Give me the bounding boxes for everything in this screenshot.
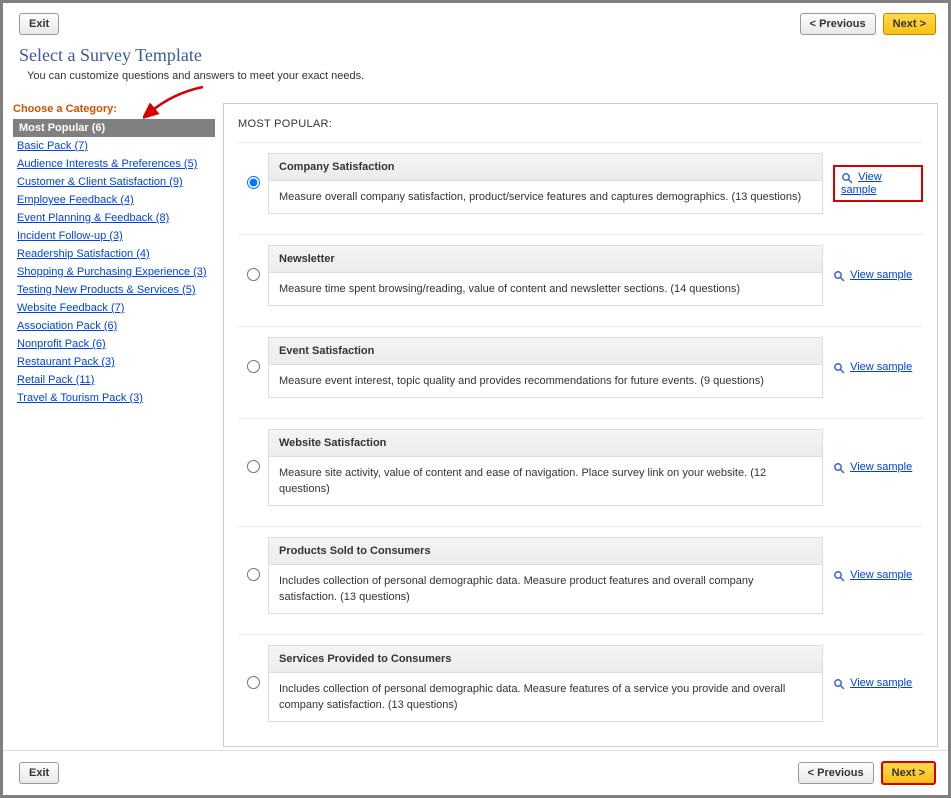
template-row: Products Sold to Consumers Includes coll…	[238, 526, 923, 634]
next-button[interactable]: Next >	[883, 13, 936, 35]
previous-button[interactable]: < Previous	[798, 762, 874, 784]
sidebar-item[interactable]: Basic Pack (7)	[17, 140, 88, 152]
template-row: Newsletter Measure time spent browsing/r…	[238, 234, 923, 326]
template-radio[interactable]	[247, 460, 260, 473]
top-toolbar: Exit < Previous Next >	[3, 3, 948, 45]
template-radio[interactable]	[247, 176, 260, 189]
sidebar-item[interactable]: Readership Satisfaction (4)	[17, 248, 150, 260]
template-radio[interactable]	[247, 568, 260, 581]
template-row: Services Provided to Consumers Includes …	[238, 634, 923, 742]
template-desc: Measure site activity, value of content …	[269, 457, 822, 505]
sidebar-item[interactable]: Restaurant Pack (3)	[17, 356, 115, 368]
sidebar-item[interactable]: Customer & Client Satisfaction (9)	[17, 176, 183, 188]
magnifier-icon	[841, 172, 853, 184]
view-sample-link[interactable]: View sample	[850, 269, 912, 281]
template-radio[interactable]	[247, 268, 260, 281]
previous-button[interactable]: < Previous	[800, 13, 876, 35]
view-sample-link[interactable]: View sample	[850, 461, 912, 473]
template-desc: Includes collection of personal demograp…	[269, 565, 822, 613]
sidebar-item[interactable]: Event Planning & Feedback (8)	[17, 212, 169, 224]
choose-category-label: Choose a Category:	[13, 103, 215, 115]
sidebar-item[interactable]: Audience Interests & Preferences (5)	[17, 158, 197, 170]
exit-button[interactable]: Exit	[19, 13, 59, 35]
page-title: Select a Survey Template	[19, 45, 932, 66]
magnifier-icon	[833, 270, 845, 282]
template-desc: Measure overall company satisfaction, pr…	[269, 181, 822, 213]
sidebar-item[interactable]: Testing New Products & Services (5)	[17, 284, 196, 296]
sidebar-item[interactable]: Shopping & Purchasing Experience (3)	[17, 266, 207, 278]
magnifier-icon	[833, 462, 845, 474]
template-title: Event Satisfaction	[269, 338, 822, 365]
template-row: Event Satisfaction Measure event interes…	[238, 326, 923, 418]
sidebar-item[interactable]: Employee Feedback (4)	[17, 194, 134, 206]
template-title: Newsletter	[269, 246, 822, 273]
template-desc: Measure time spent browsing/reading, val…	[269, 273, 822, 305]
sidebar-item[interactable]: Website Feedback (7)	[17, 302, 124, 314]
template-title: Services Provided to Consumers	[269, 646, 822, 673]
template-row: Website Satisfaction Measure site activi…	[238, 418, 923, 526]
template-desc: Measure event interest, topic quality an…	[269, 365, 822, 397]
template-desc: Includes collection of personal demograp…	[269, 673, 822, 721]
bottom-toolbar: Exit < Previous Next >	[3, 750, 948, 795]
template-title: Products Sold to Consumers	[269, 538, 822, 565]
magnifier-icon	[833, 678, 845, 690]
sidebar-item-most-popular[interactable]: Most Popular (6)	[13, 119, 215, 137]
magnifier-icon	[833, 362, 845, 374]
category-sidebar: Choose a Category: Most Popular (6) Basi…	[13, 103, 223, 747]
template-list-panel: MOST POPULAR: Company Satisfaction Measu…	[223, 103, 938, 747]
view-sample-link[interactable]: View sample	[850, 569, 912, 581]
template-row: Company Satisfaction Measure overall com…	[238, 142, 923, 234]
view-sample-link[interactable]: View sample	[850, 677, 912, 689]
section-title: MOST POPULAR:	[238, 118, 923, 130]
sidebar-item[interactable]: Incident Follow-up (3)	[17, 230, 123, 242]
sidebar-item[interactable]: Retail Pack (11)	[17, 374, 94, 386]
magnifier-icon	[833, 570, 845, 582]
sidebar-item[interactable]: Nonprofit Pack (6)	[17, 338, 106, 350]
page-header: Select a Survey Template You can customi…	[3, 45, 948, 92]
template-title: Company Satisfaction	[269, 154, 822, 181]
sidebar-item[interactable]: Association Pack (6)	[17, 320, 117, 332]
template-title: Website Satisfaction	[269, 430, 822, 457]
template-radio[interactable]	[247, 360, 260, 373]
view-sample-link[interactable]: View sample	[850, 361, 912, 373]
page-subtitle: You can customize questions and answers …	[19, 70, 932, 82]
next-button[interactable]: Next >	[881, 761, 936, 785]
template-radio[interactable]	[247, 676, 260, 689]
sidebar-item[interactable]: Travel & Tourism Pack (3)	[17, 392, 143, 404]
exit-button[interactable]: Exit	[19, 762, 59, 784]
